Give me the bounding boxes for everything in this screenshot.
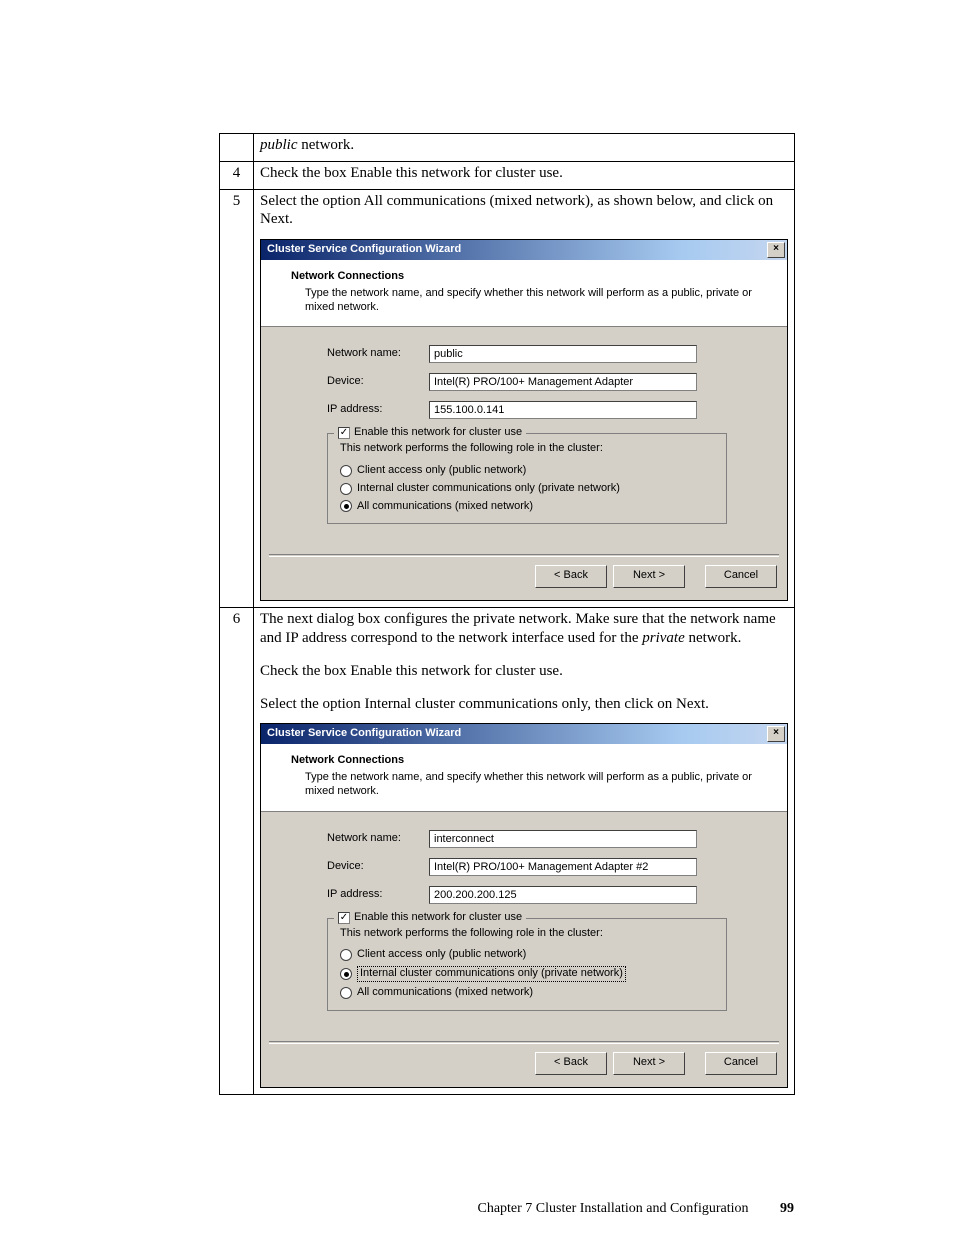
step6-p3: Select the option Internal cluster commu… <box>260 695 788 714</box>
wizard-body: Network name: interconnect Device: Intel… <box>261 812 787 1019</box>
wizard-header-title: Network Connections <box>291 270 757 284</box>
radio-private-label: Internal cluster communications only (pr… <box>357 966 626 982</box>
next-button[interactable]: Next > <box>613 1052 685 1075</box>
titlebar: Cluster Service Configuration Wizard × <box>261 724 787 744</box>
italic-word: public <box>260 137 298 153</box>
steps-table: public network. 4 Check the box Enable t… <box>219 133 795 1095</box>
page-number: 99 <box>780 1201 794 1216</box>
radio-mixed-label: All communications (mixed network) <box>357 986 533 1000</box>
enable-checkbox[interactable]: ✓ <box>338 912 350 924</box>
enable-checkbox-label: Enable this network for cluster use <box>354 426 522 440</box>
wizard-header-sub: Type the network name, and specify wheth… <box>305 770 757 799</box>
dialog-title: Cluster Service Configuration Wizard <box>267 243 461 257</box>
step-num: 6 <box>220 608 254 1094</box>
wizard-dialog-interconnect: Cluster Service Configuration Wizard × N… <box>260 723 788 1087</box>
step-desc: The next dialog box configures the priva… <box>254 608 795 1094</box>
back-button[interactable]: < Back <box>535 1052 607 1075</box>
enable-fieldset: ✓ Enable this network for cluster use Th… <box>327 433 727 524</box>
wizard-dialog-public: Cluster Service Configuration Wizard × N… <box>260 239 788 601</box>
back-button[interactable]: < Back <box>535 565 607 588</box>
page-footer: Chapter 7 Cluster Installation and Confi… <box>0 1201 954 1217</box>
wizard-body: Network name: public Device: Intel(R) PR… <box>261 327 787 532</box>
input-network-name[interactable]: interconnect <box>429 830 697 848</box>
input-network-name[interactable]: public <box>429 345 697 363</box>
next-button[interactable]: Next > <box>613 565 685 588</box>
fieldset-desc: This network performs the following role… <box>340 927 716 941</box>
cancel-button[interactable]: Cancel <box>705 1052 777 1075</box>
footer-text: Chapter 7 Cluster Installation and Confi… <box>477 1201 748 1216</box>
radio-mixed[interactable] <box>340 500 352 512</box>
enable-checkbox[interactable]: ✓ <box>338 427 350 439</box>
radio-mixed[interactable] <box>340 987 352 999</box>
button-row: < Back Next > Cancel <box>261 557 787 600</box>
wizard-header-title: Network Connections <box>291 754 757 768</box>
label-ip: IP address: <box>327 403 429 417</box>
label-device: Device: <box>327 860 429 874</box>
radio-public-label: Client access only (public network) <box>357 464 526 478</box>
step-desc: Check the box Enable this network for cl… <box>254 161 795 189</box>
radio-private[interactable] <box>340 968 352 980</box>
input-ip[interactable]: 200.200.200.125 <box>429 886 697 904</box>
radio-public[interactable] <box>340 465 352 477</box>
radio-private-label: Internal cluster communications only (pr… <box>357 482 620 496</box>
label-ip: IP address: <box>327 888 429 902</box>
wizard-header: Network Connections Type the network nam… <box>261 744 787 811</box>
close-icon[interactable]: × <box>767 726 785 742</box>
enable-fieldset: ✓ Enable this network for cluster use Th… <box>327 918 727 1011</box>
label-network-name: Network name: <box>327 347 429 361</box>
step-num <box>220 134 254 162</box>
dialog-title: Cluster Service Configuration Wizard <box>267 727 461 741</box>
step-desc: public network. <box>254 134 795 162</box>
enable-checkbox-label: Enable this network for cluster use <box>354 911 522 925</box>
radio-public[interactable] <box>340 949 352 961</box>
step6-p2: Check the box Enable this network for cl… <box>260 662 788 681</box>
titlebar: Cluster Service Configuration Wizard × <box>261 240 787 260</box>
radio-mixed-label: All communications (mixed network) <box>357 500 533 514</box>
step-num: 5 <box>220 189 254 608</box>
close-icon[interactable]: × <box>767 242 785 258</box>
italic-word: private <box>642 630 685 646</box>
button-row: < Back Next > Cancel <box>261 1044 787 1087</box>
radio-public-label: Client access only (public network) <box>357 948 526 962</box>
input-ip[interactable]: 155.100.0.141 <box>429 401 697 419</box>
radio-private[interactable] <box>340 483 352 495</box>
cancel-button[interactable]: Cancel <box>705 565 777 588</box>
label-network-name: Network name: <box>327 832 429 846</box>
step-desc: Select the option All communications (mi… <box>254 189 795 608</box>
step6-p1: The next dialog box configures the priva… <box>260 610 788 648</box>
input-device[interactable]: Intel(R) PRO/100+ Management Adapter #2 <box>429 858 697 876</box>
fieldset-desc: This network performs the following role… <box>340 442 716 456</box>
step-num: 4 <box>220 161 254 189</box>
wizard-header-sub: Type the network name, and specify wheth… <box>305 286 757 315</box>
label-device: Device: <box>327 375 429 389</box>
wizard-header: Network Connections Type the network nam… <box>261 260 787 327</box>
input-device[interactable]: Intel(R) PRO/100+ Management Adapter <box>429 373 697 391</box>
